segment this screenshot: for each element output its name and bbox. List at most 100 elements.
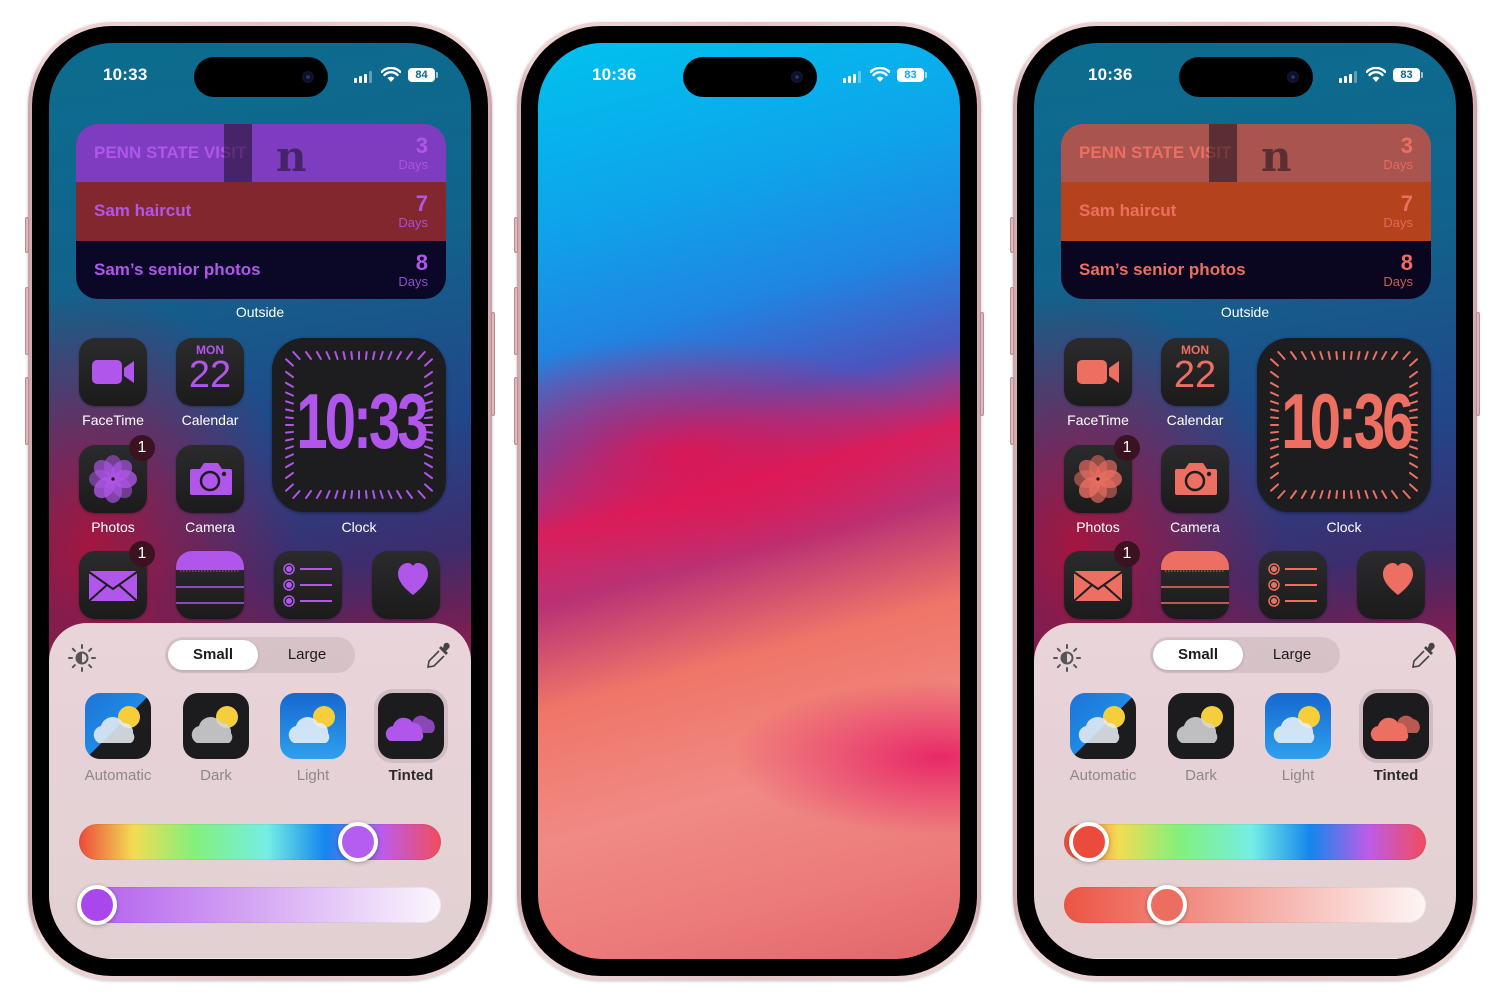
- saturation-slider-thumb[interactable]: [1146, 885, 1187, 925]
- style-option-tinted[interactable]: Tinted: [371, 693, 451, 784]
- style-option-light[interactable]: Light: [1258, 693, 1338, 784]
- clock-tick: [1409, 400, 1418, 405]
- app-reminders[interactable]: [1259, 551, 1327, 619]
- eyedropper-icon[interactable]: [425, 641, 453, 671]
- clock-tick: [342, 490, 346, 499]
- style-label: Automatic: [84, 767, 152, 784]
- event-title: Sam’s senior photos: [94, 259, 261, 279]
- side-button: [980, 312, 984, 416]
- clock-tick: [1270, 381, 1279, 388]
- app-facetime[interactable]: FaceTime: [79, 338, 147, 428]
- style-label: Automatic: [1069, 767, 1137, 784]
- app-label: Calendar: [1166, 412, 1224, 428]
- app-photos[interactable]: 1 Photos: [79, 435, 155, 535]
- days-unit: Days: [1383, 215, 1413, 231]
- size-option-small[interactable]: Small: [168, 640, 258, 670]
- app-calendar[interactable]: MON 22 Calendar: [1161, 338, 1229, 428]
- days-count: 8: [1400, 249, 1413, 275]
- icon-customization-sheet: Small Large Automatic Dark Light Tinted: [1034, 623, 1456, 959]
- icon-customization-sheet: Small Large Automatic Dark Light Tinted: [49, 623, 471, 959]
- size-option-small[interactable]: Small: [1153, 640, 1243, 670]
- saturation-slider[interactable]: [1064, 885, 1426, 925]
- saturation-slider-thumb[interactable]: [77, 885, 117, 925]
- brightness-mode-icon[interactable]: [1052, 643, 1082, 673]
- days-unit: Days: [1383, 157, 1413, 173]
- calendar-icon: MON 22: [176, 338, 244, 406]
- clock-tick: [1364, 490, 1369, 499]
- clock-tick: [350, 351, 354, 360]
- clock-tick: [424, 438, 433, 442]
- volume-down-button: [25, 377, 29, 445]
- clock-tick: [424, 391, 433, 397]
- clock-tick: [1327, 351, 1331, 360]
- style-option-automatic[interactable]: Automatic: [1063, 693, 1143, 784]
- countdown-widget[interactable]: n PENN STATE VISIT 3 Days Sam haircut 7 Da…: [1061, 124, 1431, 299]
- countdown-row[interactable]: Sam’s senior photos 8 Days: [1061, 240, 1431, 299]
- bezel: 10:36 83: [521, 26, 977, 976]
- style-option-light[interactable]: Light: [273, 693, 353, 784]
- clock-tick: [1289, 351, 1298, 360]
- app-calendar[interactable]: MON 22 Calendar: [176, 338, 244, 428]
- countdown-row[interactable]: n PENN STATE VISIT 3 Days: [1061, 124, 1431, 183]
- clock-tick: [292, 490, 301, 499]
- clock-tick: [304, 490, 313, 499]
- eyedropper-icon[interactable]: [1410, 641, 1438, 671]
- app-mail[interactable]: 1: [79, 541, 155, 619]
- style-option-dark[interactable]: Dark: [1161, 693, 1241, 784]
- clock-widget[interactable]: 10:36: [1257, 338, 1431, 512]
- countdown-row[interactable]: n PENN STATE VISIT 3 Days: [76, 124, 446, 183]
- countdown-row[interactable]: Sam’s senior photos 8 Days: [76, 240, 446, 299]
- app-health[interactable]: [1357, 551, 1425, 619]
- clock-tick: [1270, 438, 1279, 442]
- clock-tick: [304, 351, 313, 360]
- app-health[interactable]: [372, 551, 440, 619]
- brightness-mode-icon[interactable]: [67, 643, 97, 673]
- weather-light-icon: [1265, 693, 1331, 759]
- app-notes[interactable]: [1161, 551, 1229, 619]
- dynamic-island: [683, 57, 817, 97]
- app-label: FaceTime: [82, 412, 144, 428]
- countdown-widget[interactable]: n PENN STATE VISIT 3 Days Sam haircut 7 Da…: [76, 124, 446, 299]
- size-option-large[interactable]: Large: [262, 640, 352, 670]
- wifi-icon: [1366, 67, 1386, 82]
- side-button: [491, 312, 495, 416]
- clock-tick: [285, 430, 294, 434]
- calendar-icon: MON 22: [1161, 338, 1229, 406]
- clock-tick: [424, 358, 433, 367]
- icon-size-segmented-control: Small Large: [165, 637, 355, 673]
- app-reminders[interactable]: [274, 551, 342, 619]
- style-option-automatic[interactable]: Automatic: [78, 693, 158, 784]
- clock-tick: [1409, 370, 1418, 379]
- app-camera[interactable]: Camera: [176, 445, 244, 535]
- clock-tick: [325, 351, 331, 360]
- style-option-dark[interactable]: Dark: [176, 693, 256, 784]
- app-notes[interactable]: [176, 551, 244, 619]
- clock-tick: [1277, 351, 1286, 360]
- hue-slider-thumb[interactable]: [1068, 822, 1109, 862]
- style-label: Dark: [1185, 767, 1217, 784]
- size-option-large[interactable]: Large: [1247, 640, 1337, 670]
- saturation-slider[interactable]: [77, 885, 441, 925]
- camera-app-icon: [176, 445, 244, 513]
- cellular-signal-icon: [354, 71, 374, 83]
- app-facetime[interactable]: FaceTime: [1064, 338, 1132, 428]
- days-unit: Days: [398, 215, 428, 231]
- clock-tick: [1372, 351, 1378, 360]
- countdown-row[interactable]: Sam haircut 7 Days: [1061, 182, 1431, 241]
- photos-icon: 1: [79, 435, 155, 513]
- calendar-date: 22: [1173, 354, 1217, 396]
- hue-slider[interactable]: [1064, 822, 1426, 862]
- style-option-tinted[interactable]: Tinted: [1356, 693, 1436, 784]
- clock-tick: [1372, 490, 1378, 499]
- hue-slider[interactable]: [79, 822, 441, 862]
- clock-tick: [364, 351, 368, 360]
- clock-tick: [1402, 351, 1411, 360]
- hue-slider-thumb[interactable]: [337, 822, 378, 862]
- clock-tick: [1381, 490, 1388, 499]
- app-camera[interactable]: Camera: [1161, 445, 1229, 535]
- app-photos[interactable]: 1 Photos: [1064, 435, 1140, 535]
- app-mail[interactable]: 1: [1064, 541, 1140, 619]
- clock-tick: [1409, 453, 1418, 459]
- countdown-row[interactable]: Sam haircut 7 Days: [76, 182, 446, 241]
- clock-widget[interactable]: 10:33: [272, 338, 446, 512]
